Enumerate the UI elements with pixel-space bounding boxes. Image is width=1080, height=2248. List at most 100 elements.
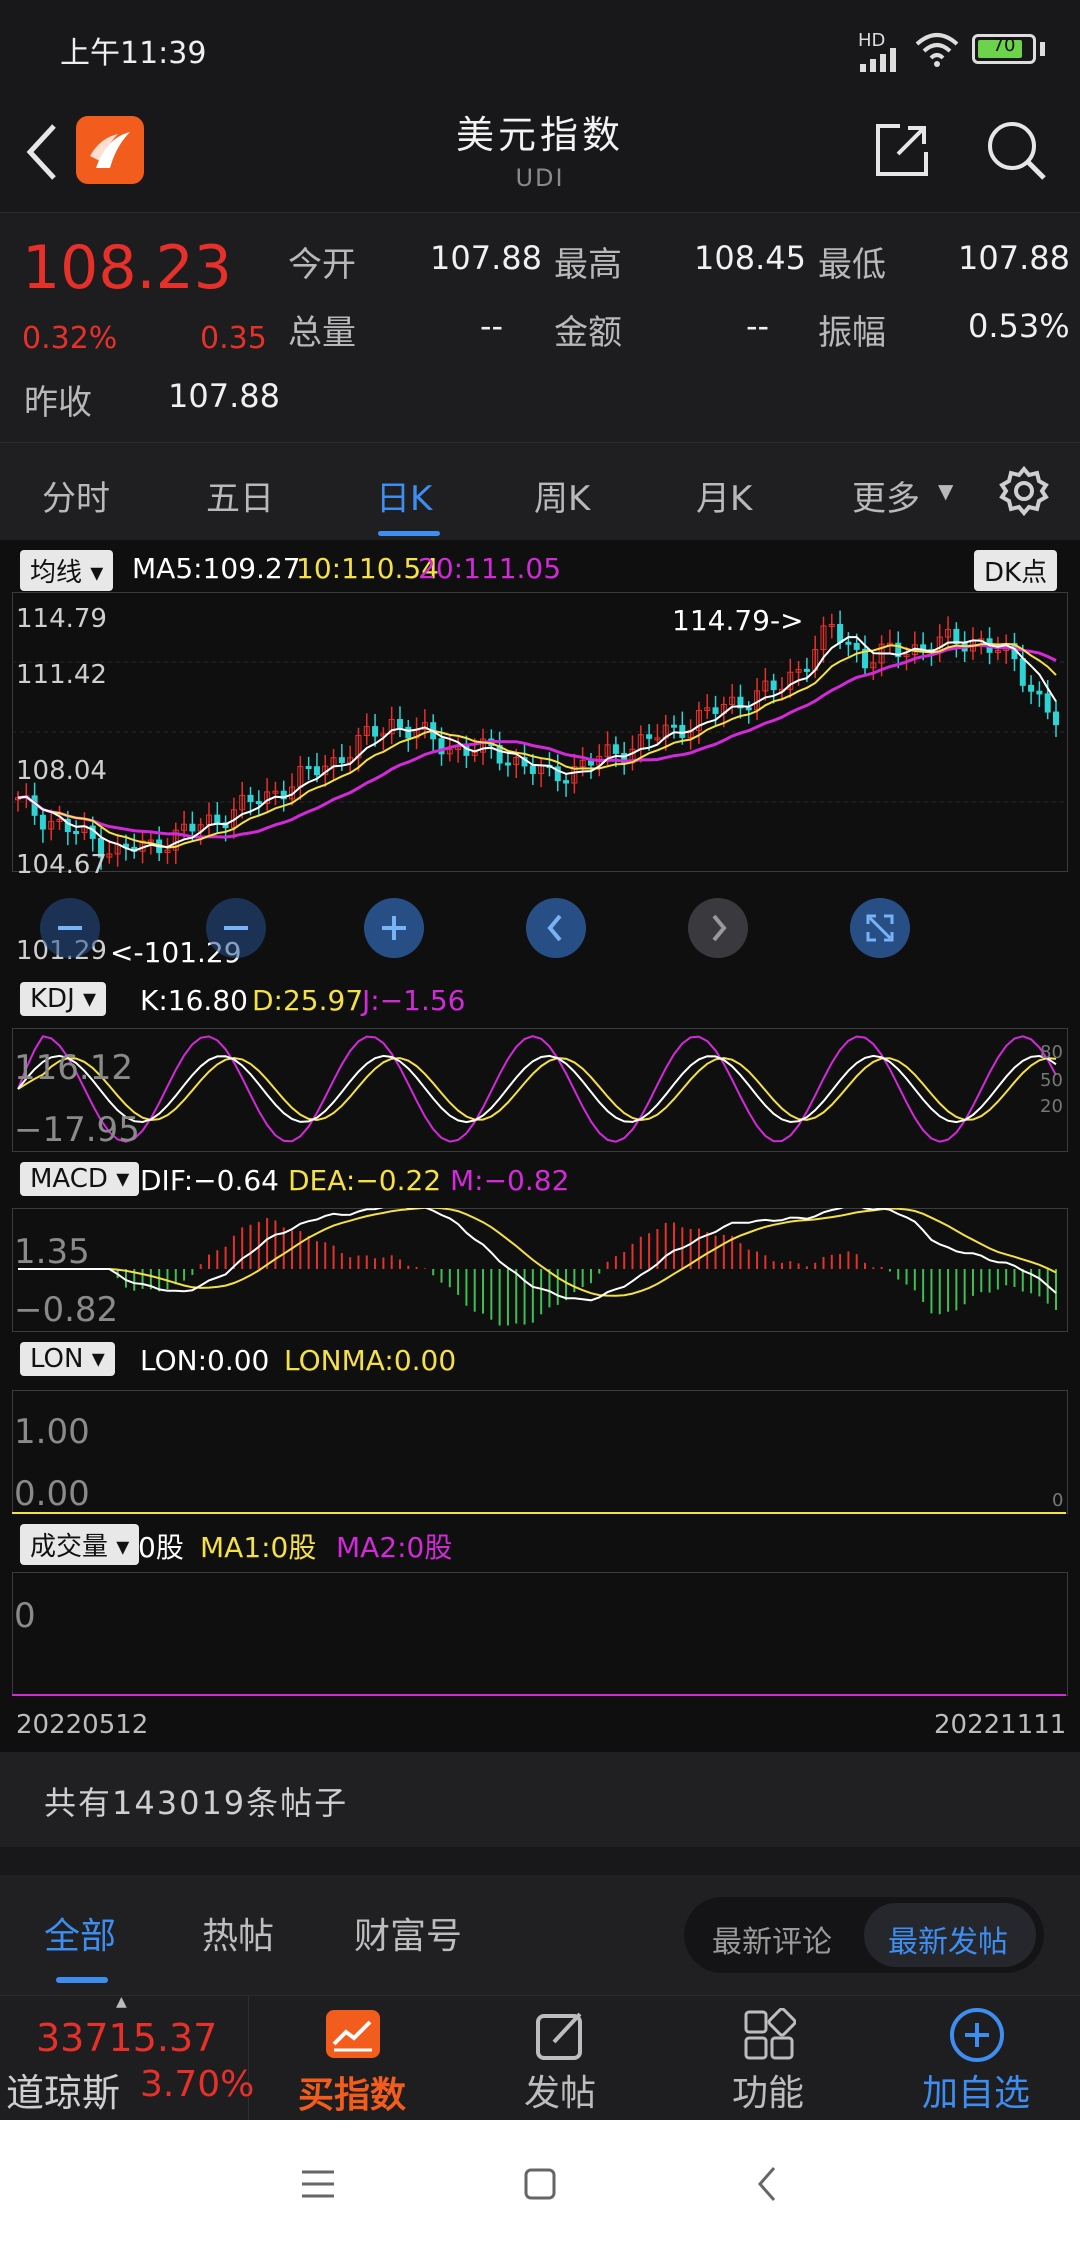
stat-label: 最低 [818,245,886,285]
lon-selector-button[interactable]: LON ▾ [20,1342,115,1376]
candle-body [255,801,262,805]
ma20-value: 20:111.05 [418,552,562,585]
prev-close-label: 昨收 [24,383,92,423]
ticker-name: 道琼斯 [6,2071,121,2115]
candle-body [563,780,570,784]
candle-body [405,726,412,739]
volume-line [12,1694,1066,1696]
candle-body [1044,693,1051,713]
zoom-out-button-2[interactable] [206,898,266,958]
kdj-right-label: 80 [1040,1042,1063,1063]
kdj-j-value: J:−1.56 [362,984,466,1017]
share-icon[interactable] [872,120,932,180]
nav-post[interactable]: 发帖 [480,1996,640,2121]
macd-selector-button[interactable]: MACD ▾ [20,1162,140,1196]
feed-tab-all[interactable]: 全部 [44,1907,116,1959]
change-amount: 0.35 [200,321,267,356]
quote-panel: 108.23 0.32% 0.35 昨收 107.88 今开 107.88 最高… [0,212,1080,443]
kline-chart-area[interactable]: 均线 ▾ MA5:109.27 10:110.54 20:111.05 DK点 … [0,540,1080,1752]
period-tabs: 分时 五日 日K 周K 月K 更多 ▼ [0,442,1080,541]
stat-value: 108.45 [694,239,806,277]
dk-point-button[interactable]: DK点 [974,550,1058,591]
lon-axis-label: 0.00 [14,1474,90,1514]
nav-add-watchlist[interactable]: 加自选 [896,1996,1056,2121]
fullscreen-button[interactable] [850,898,910,958]
candlestick-plot [12,610,1068,870]
ticker-percent: 3.70% [140,2064,255,2105]
candle-body [853,642,860,650]
chevron-down-icon: ▼ [938,479,954,503]
lon-selector-label: LON [30,1344,84,1374]
tab-five-day[interactable]: 五日 [206,471,274,520]
stat-label: 振幅 [818,313,886,353]
nav-buy-index[interactable]: 买指数 [272,1996,432,2121]
ticker-value: 33715.37 [36,2016,218,2060]
stat-label: 今开 [288,245,356,285]
ma-selector-button[interactable]: 均线 ▾ [20,550,114,591]
current-price: 108.23 [22,233,232,303]
chevron-right-icon [712,914,727,942]
sort-latest-comment[interactable]: 最新评论 [712,1917,832,1961]
home-icon[interactable] [520,2164,560,2204]
nav-label: 加自选 [921,2073,1030,2114]
status-bar: 上午11:39 HD 70 [0,0,1080,100]
macd-selector-label: MACD [30,1164,108,1194]
candle-body [837,623,844,643]
lonma-value: LONMA:0.00 [284,1344,457,1377]
zoom-in-button[interactable] [364,898,424,958]
sort-latest-post[interactable]: 最新发帖 [888,1917,1008,1961]
kdj-plot [17,1035,1057,1143]
posts-count-bar[interactable]: 共有143019条帖子 [0,1752,1080,1847]
scroll-left-button[interactable] [526,898,586,958]
tab-more[interactable]: 更多 [852,471,920,520]
kdj-right-label: 20 [1040,1096,1063,1117]
volume-selector-button[interactable]: 成交量 ▾ [20,1524,140,1565]
bottom-navigation: 33715.37 道琼斯 3.70% ▲ 买指数 发帖 功能 加自选 [0,1994,1080,2121]
price-axis-label: 108.04 [16,756,107,786]
feed-tab-fortune[interactable]: 财富号 [354,1907,462,1959]
zoom-out-button[interactable] [40,898,100,958]
volume-value: 0股 [138,1531,184,1564]
nav-functions[interactable]: 功能 [688,1996,848,2121]
macd-axis-label: −0.82 [14,1290,119,1330]
scroll-right-button[interactable] [688,898,748,958]
candle-body [305,766,312,770]
tab-monthly-k[interactable]: 月K [696,471,752,520]
macd-m-value: M:−0.82 [450,1164,570,1197]
candle-body [189,823,196,832]
stat-value: 107.88 [958,239,1070,277]
candle-body [803,668,810,672]
price-axis-label: 114.79 [16,604,107,634]
tab-daily-k[interactable]: 日K [376,471,432,520]
kdj-axis-label: 116.12 [14,1048,133,1088]
search-icon[interactable] [984,118,1048,182]
minus-icon [224,926,248,930]
candle-body [1053,711,1059,726]
grid-icon [744,2008,796,2060]
candle-body [1019,658,1026,686]
stat-label: 金额 [554,313,622,353]
stat-label: 最高 [554,245,622,285]
feed-tab-indicator [56,1977,108,1983]
system-navigation-bar [0,2120,1080,2248]
price-axis-label: 111.42 [16,660,107,690]
feed-tab-hot[interactable]: 热帖 [202,1907,274,1959]
ma5-value: MA5:109.27 [132,552,301,585]
battery-level: 70 [992,35,1016,56]
prev-close-value: 107.88 [168,377,280,415]
candle-body [745,707,752,711]
candle-body [247,794,254,803]
max-price-marker: 114.79-> [672,604,804,637]
menu-icon[interactable] [298,2164,338,2204]
date-start-label: 20220512 [16,1710,149,1740]
settings-gear-icon[interactable] [998,465,1050,517]
back-nav-icon[interactable] [748,2164,788,2204]
feed-tabs: 全部 热帖 财富号 最新评论 最新发帖 [0,1875,1080,1995]
index-ticker[interactable]: 33715.37 道琼斯 3.70% ▲ [0,1994,254,2121]
stat-label: 总量 [288,313,356,353]
tab-weekly-k[interactable]: 周K [534,471,590,520]
kdj-selector-button[interactable]: KDJ ▾ [20,982,107,1016]
stat-value: 0.53% [968,307,1070,345]
lon-right-label: 0 [1052,1490,1064,1511]
tab-intraday[interactable]: 分时 [42,471,110,520]
